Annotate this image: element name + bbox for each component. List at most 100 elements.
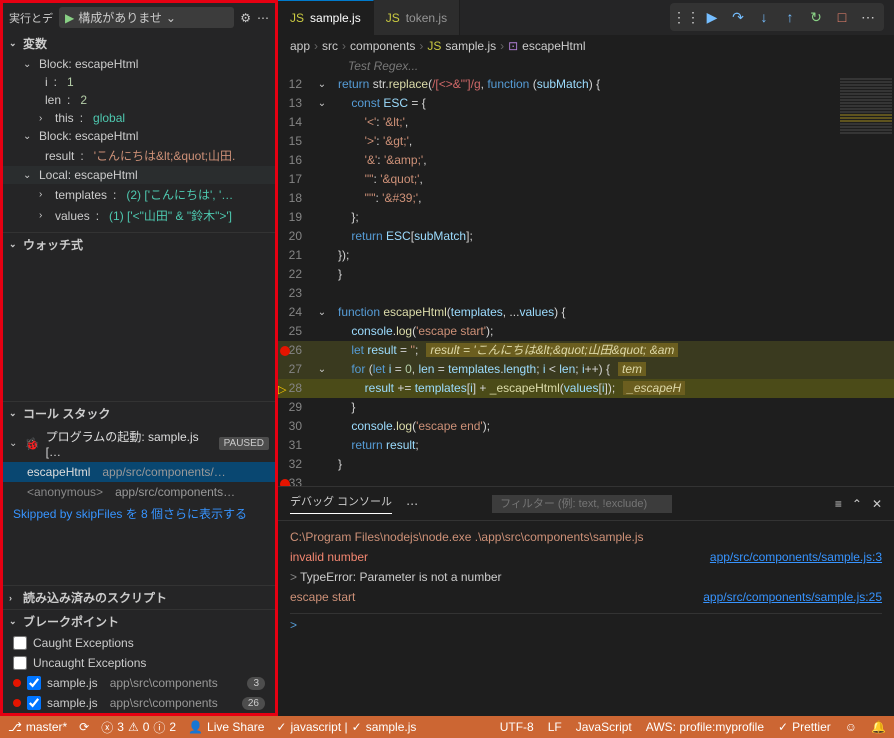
breakpoint-caught[interactable]: Caught Exceptions: [3, 633, 275, 653]
breakpoint-icon[interactable]: [280, 346, 290, 356]
fold-icon[interactable]: ⌄: [314, 94, 330, 113]
continue-button[interactable]: ▶: [700, 5, 724, 29]
watch-label: ウォッチ式: [23, 236, 83, 253]
step-over-button[interactable]: ↷: [726, 5, 750, 29]
warning-icon: ⚠: [128, 720, 139, 734]
tab-token[interactable]: JStoken.js: [374, 0, 460, 35]
collapse-icon[interactable]: ⌃: [852, 497, 862, 511]
fold-icon[interactable]: [314, 151, 330, 170]
source-link[interactable]: app/src/components/sample.js:3: [710, 547, 882, 567]
more-icon[interactable]: ⋯: [856, 5, 880, 29]
git-branch[interactable]: ⎇master*: [8, 720, 67, 734]
line-number: 12: [278, 75, 314, 94]
fold-icon[interactable]: [314, 398, 330, 417]
liveshare-button[interactable]: 👤Live Share: [188, 720, 264, 734]
breadcrumb[interactable]: app› src› components› JSsample.js› ⊡esca…: [278, 35, 894, 57]
callstack-skipped-link[interactable]: Skipped by skipFiles を 8 個さらに表示する: [3, 502, 275, 525]
breakpoint-row[interactable]: sample.jsapp\src\components26: [3, 693, 275, 713]
variable-scope[interactable]: ⌄Block: escapeHtml: [3, 55, 275, 73]
fold-icon[interactable]: [314, 341, 330, 360]
fold-icon[interactable]: [314, 284, 330, 303]
fold-icon[interactable]: ⌄: [314, 303, 330, 322]
callstack-section-header[interactable]: ⌄ コール スタック: [3, 401, 275, 425]
variable-scope[interactable]: ⌄Local: escapeHtml: [3, 166, 275, 184]
fold-icon[interactable]: ⌄: [314, 360, 330, 379]
fold-icon[interactable]: [314, 170, 330, 189]
step-into-button[interactable]: ↓: [752, 5, 776, 29]
variable-row[interactable]: ›templates:(2) ['こんにちは', '…: [3, 184, 275, 205]
callstack-frame[interactable]: <anonymous> app/src/components…: [3, 482, 275, 502]
problems-indicator[interactable]: ⓧ3⚠0ⓘ2: [101, 719, 176, 736]
breakpoint-row[interactable]: sample.jsapp\src\components3: [3, 673, 275, 693]
status-lang[interactable]: ✓javascript |✓sample.js: [276, 720, 416, 734]
feedback-icon[interactable]: ☺: [845, 720, 857, 734]
branch-icon: ⎇: [8, 720, 22, 734]
console-filter-input[interactable]: [492, 495, 672, 513]
checkbox[interactable]: [27, 676, 41, 690]
fold-icon[interactable]: [314, 474, 330, 486]
callstack-label: コール スタック: [23, 405, 110, 422]
fold-icon[interactable]: [314, 113, 330, 132]
close-icon[interactable]: ✕: [872, 497, 882, 511]
fold-icon[interactable]: [314, 132, 330, 151]
breakpoint-icon[interactable]: [280, 479, 290, 486]
breakpoint-uncaught[interactable]: Uncaught Exceptions: [3, 653, 275, 673]
fold-icon[interactable]: [314, 208, 330, 227]
fold-icon[interactable]: ⌄: [314, 75, 330, 94]
aws-profile[interactable]: AWS: profile:myprofile: [646, 720, 764, 734]
more-icon[interactable]: ⋯: [406, 497, 418, 511]
fold-icon[interactable]: [314, 322, 330, 341]
debug-config-dropdown[interactable]: ▶ 構成がありませ ⌄: [59, 7, 234, 28]
restart-button[interactable]: ↻: [804, 5, 828, 29]
fold-icon[interactable]: [314, 436, 330, 455]
stop-button[interactable]: □: [830, 5, 854, 29]
gear-icon[interactable]: ⚙: [240, 11, 251, 25]
breakpoints-label: ブレークポイント: [23, 613, 119, 630]
variables-section-header[interactable]: ⌄ 変数: [3, 32, 275, 55]
line-number: 32: [278, 455, 314, 474]
prettier-status[interactable]: ✓Prettier: [778, 720, 831, 734]
eol[interactable]: LF: [548, 720, 562, 734]
watch-section-header[interactable]: ⌄ ウォッチ式: [3, 232, 275, 256]
callstack-frame[interactable]: escapeHtml app/src/components/…: [3, 462, 275, 482]
fold-icon[interactable]: [314, 379, 330, 398]
chevron-down-icon: ⌄: [9, 239, 19, 250]
variable-row[interactable]: ›values:(1) ['<"山田" & "鈴木">']: [3, 205, 275, 226]
line-number: 22: [278, 265, 314, 284]
checkbox[interactable]: [13, 656, 27, 670]
minimap[interactable]: [838, 75, 894, 335]
variable-row[interactable]: ›this:global: [3, 109, 275, 127]
js-file-icon: JS: [386, 11, 400, 25]
fold-icon[interactable]: [314, 189, 330, 208]
settings-icon[interactable]: ≡: [835, 497, 842, 511]
fold-icon[interactable]: [314, 246, 330, 265]
codelens-test-regex[interactable]: Test Regex...: [278, 57, 894, 75]
checkbox[interactable]: [13, 636, 27, 650]
fold-icon[interactable]: [314, 417, 330, 436]
checkbox[interactable]: [27, 696, 41, 710]
variable-row[interactable]: len:2: [3, 91, 275, 109]
variable-row[interactable]: result:'こんにちは&lt;&quot;山田.: [3, 145, 275, 166]
drag-handle-icon[interactable]: ⋮⋮: [674, 5, 698, 29]
bell-icon[interactable]: 🔔: [871, 720, 886, 734]
console-input[interactable]: >: [290, 613, 882, 632]
code-editor[interactable]: 12⌄return str.replace(/[<>&"']/g, functi…: [278, 75, 894, 486]
line-number: 30: [278, 417, 314, 436]
tab-sample[interactable]: JSsample.js: [278, 0, 374, 35]
step-out-button[interactable]: ↑: [778, 5, 802, 29]
variable-scope[interactable]: ⌄Block: escapeHtml: [3, 127, 275, 145]
fold-icon[interactable]: [314, 265, 330, 284]
console-tab[interactable]: デバッグ コンソール: [290, 493, 392, 514]
language-mode[interactable]: JavaScript: [576, 720, 632, 734]
more-icon[interactable]: ⋯: [257, 11, 269, 25]
console-output[interactable]: C:\Program Files\nodejs\node.exe .\app\s…: [278, 521, 894, 716]
source-link[interactable]: app/src/components/sample.js:25: [703, 587, 882, 607]
sync-button[interactable]: ⟳: [79, 720, 89, 734]
encoding[interactable]: UTF-8: [500, 720, 534, 734]
fold-icon[interactable]: [314, 455, 330, 474]
loaded-scripts-header[interactable]: › 読み込み済みのスクリプト: [3, 585, 275, 609]
variable-row[interactable]: i:1: [3, 73, 275, 91]
callstack-launch-row[interactable]: ⌄🐞 プログラムの起動: sample.js [… PAUSED: [3, 425, 275, 462]
fold-icon[interactable]: [314, 227, 330, 246]
breakpoints-section-header[interactable]: ⌄ ブレークポイント: [3, 609, 275, 633]
